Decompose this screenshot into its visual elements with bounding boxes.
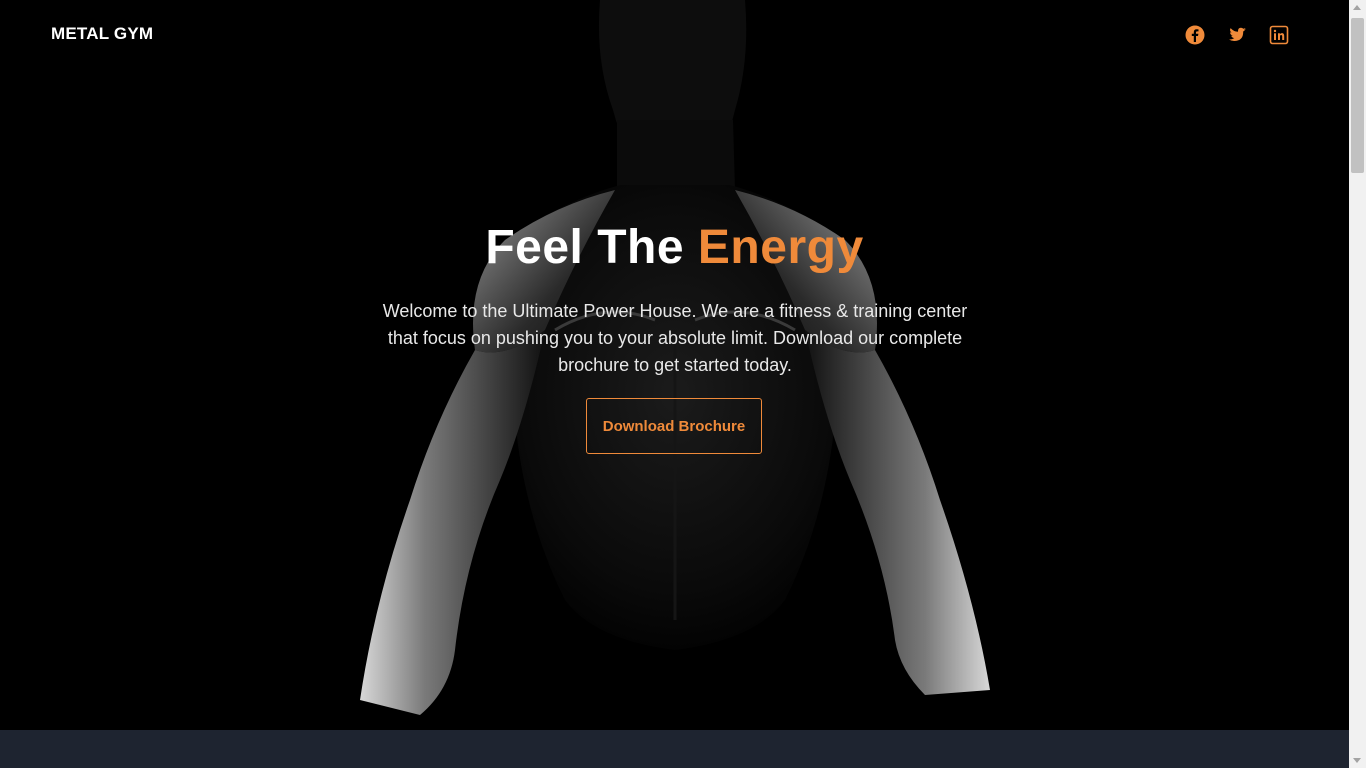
headline-accent-text: Energy xyxy=(697,221,864,274)
hero-section: METAL GYM Feel The Energy Welcome to the xyxy=(0,0,1349,730)
scroll-up-arrow-icon[interactable] xyxy=(1353,5,1361,10)
download-brochure-button[interactable]: Download Brochure xyxy=(586,398,762,454)
facebook-icon[interactable] xyxy=(1185,25,1205,45)
headline-text: Feel The xyxy=(485,221,698,274)
linkedin-icon[interactable] xyxy=(1269,25,1289,45)
scroll-down-arrow-icon[interactable] xyxy=(1353,758,1361,763)
page-scrollbar[interactable] xyxy=(1349,0,1366,768)
hero-headline: Feel The Energy xyxy=(0,220,1349,275)
scrollbar-thumb[interactable] xyxy=(1351,18,1364,173)
social-links xyxy=(1185,25,1289,45)
next-section-strip xyxy=(0,730,1349,768)
twitter-icon[interactable] xyxy=(1227,25,1247,45)
brand-logo[interactable]: METAL GYM xyxy=(51,24,153,44)
hero-description: Welcome to the Ultimate Power House. We … xyxy=(382,301,968,375)
landing-page: METAL GYM Feel The Energy Welcome to the xyxy=(0,0,1349,768)
